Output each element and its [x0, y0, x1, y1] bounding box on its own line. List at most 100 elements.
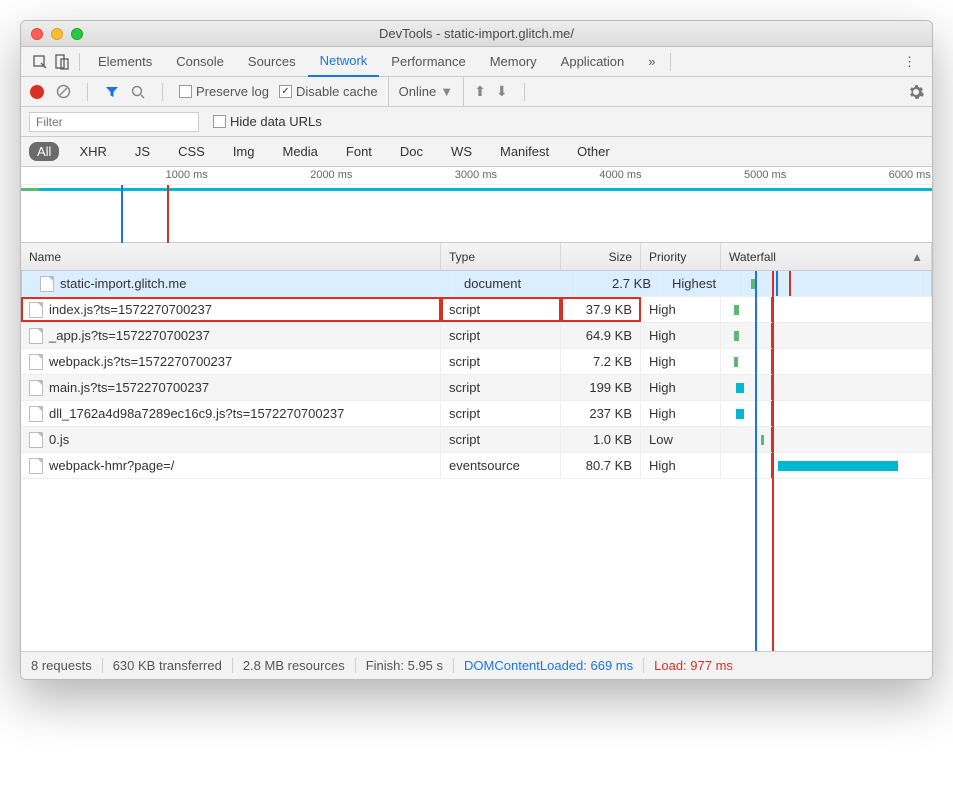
cell-type: script — [441, 427, 561, 452]
cell-name: webpack-hmr?page=/ — [21, 453, 441, 478]
overview-tick: 2000 ms — [310, 169, 352, 181]
type-filter-media[interactable]: Media — [274, 142, 325, 161]
type-filter-all[interactable]: All — [29, 142, 59, 161]
filter-row: Hide data URLs — [21, 107, 932, 137]
tab-network[interactable]: Network — [308, 47, 380, 77]
hide-data-urls-checkbox[interactable]: Hide data URLs — [213, 114, 322, 129]
cell-priority: High — [641, 401, 721, 426]
filter-input[interactable] — [29, 112, 199, 132]
load-line — [771, 427, 773, 452]
cell-name: dll_1762a4d98a7289ec16c9.js?ts=157227070… — [21, 401, 441, 426]
file-icon — [29, 354, 43, 370]
cell-name: index.js?ts=1572270700237 — [21, 297, 441, 322]
overview-tick: 5000 ms — [744, 169, 786, 181]
cell-priority: High — [641, 349, 721, 374]
cell-priority: High — [641, 323, 721, 348]
separator — [87, 83, 88, 101]
load-line — [771, 375, 773, 400]
col-type[interactable]: Type — [441, 243, 561, 270]
kebab-menu-icon[interactable]: ⋮ — [895, 54, 924, 70]
type-filter-font[interactable]: Font — [338, 142, 380, 161]
type-filter-ws[interactable]: WS — [443, 142, 480, 161]
table-row[interactable]: 0.jsscript1.0 KBLow — [21, 427, 932, 453]
preserve-log-checkbox[interactable]: Preserve log — [179, 84, 269, 99]
cell-priority: Highest — [664, 271, 744, 296]
record-button[interactable] — [29, 84, 45, 100]
type-filter-other[interactable]: Other — [569, 142, 618, 161]
network-toolbar: Preserve log ✓ Disable cache Online ▼ ⬆ … — [21, 77, 932, 107]
more-tabs-icon[interactable]: » — [640, 54, 663, 69]
tab-console[interactable]: Console — [164, 47, 236, 77]
status-resources: 2.8 MB resources — [233, 658, 356, 673]
table-row[interactable]: webpack.js?ts=1572270700237script7.2 KBH… — [21, 349, 932, 375]
tab-performance[interactable]: Performance — [379, 47, 477, 77]
disable-cache-checkbox[interactable]: ✓ Disable cache — [279, 84, 378, 99]
download-har-icon[interactable]: ⬇ — [496, 83, 508, 100]
file-icon — [29, 432, 43, 448]
table-row[interactable]: main.js?ts=1572270700237script199 KBHigh — [21, 375, 932, 401]
chevron-down-icon: ▼ — [440, 84, 453, 99]
cell-waterfall — [721, 375, 932, 400]
col-size[interactable]: Size — [561, 243, 641, 270]
checkbox-icon — [213, 115, 226, 128]
tab-sources[interactable]: Sources — [236, 47, 308, 77]
file-name: index.js?ts=1572270700237 — [49, 302, 212, 317]
col-priority[interactable]: Priority — [641, 243, 721, 270]
clear-icon[interactable] — [55, 84, 71, 100]
type-filter-manifest[interactable]: Manifest — [492, 142, 557, 161]
settings-gear-icon[interactable] — [908, 84, 924, 100]
table-row[interactable]: dll_1762a4d98a7289ec16c9.js?ts=157227070… — [21, 401, 932, 427]
cell-priority: High — [641, 297, 721, 322]
tab-memory[interactable]: Memory — [478, 47, 549, 77]
titlebar: DevTools - static-import.glitch.me/ — [21, 21, 932, 47]
cell-name: static-import.glitch.me — [32, 271, 452, 296]
dcl-line — [755, 349, 757, 374]
table-row[interactable]: static-import.glitch.medocument2.7 KBHig… — [21, 271, 932, 297]
col-waterfall[interactable]: Waterfall ▲ — [721, 243, 932, 270]
type-filter-js[interactable]: JS — [127, 142, 158, 161]
cell-waterfall — [721, 401, 932, 426]
file-icon — [29, 406, 43, 422]
cell-name: webpack.js?ts=1572270700237 — [21, 349, 441, 374]
cell-priority: High — [641, 375, 721, 400]
inspect-icon[interactable] — [29, 51, 51, 73]
col-name[interactable]: Name — [21, 243, 441, 270]
file-name: main.js?ts=1572270700237 — [49, 380, 209, 395]
table-row[interactable]: _app.js?ts=1572270700237script64.9 KBHig… — [21, 323, 932, 349]
dcl-line — [755, 427, 757, 452]
tab-application[interactable]: Application — [549, 47, 637, 77]
search-icon[interactable] — [130, 84, 146, 100]
overview-area — [21, 185, 932, 243]
load-marker — [167, 185, 169, 243]
type-filter-doc[interactable]: Doc — [392, 142, 431, 161]
dcl-line — [776, 271, 778, 296]
window-title: DevTools - static-import.glitch.me/ — [21, 26, 932, 41]
file-icon — [29, 380, 43, 396]
device-icon[interactable] — [51, 51, 73, 73]
upload-har-icon[interactable]: ⬆ — [474, 83, 486, 100]
tab-elements[interactable]: Elements — [86, 47, 164, 77]
filter-icon[interactable] — [104, 84, 120, 100]
cell-name: main.js?ts=1572270700237 — [21, 375, 441, 400]
file-name: dll_1762a4d98a7289ec16c9.js?ts=157227070… — [49, 406, 344, 421]
status-load: Load: 977 ms — [644, 658, 743, 673]
cell-type: script — [441, 297, 561, 322]
load-line — [771, 297, 773, 322]
file-icon — [29, 328, 43, 344]
load-line — [789, 271, 791, 296]
col-waterfall-label: Waterfall — [729, 250, 776, 264]
overview-tick: 3000 ms — [455, 169, 497, 181]
type-filter-img[interactable]: Img — [225, 142, 263, 161]
type-filter-css[interactable]: CSS — [170, 142, 213, 161]
cell-size: 199 KB — [561, 375, 641, 400]
overview-timeline[interactable]: 1000 ms2000 ms3000 ms4000 ms5000 ms6000 … — [21, 167, 932, 243]
throttle-select[interactable]: Online ▼ — [388, 77, 464, 106]
overview-tick: 4000 ms — [599, 169, 641, 181]
status-bar: 8 requests 630 KB transferred 2.8 MB res… — [21, 651, 932, 679]
table-row[interactable]: index.js?ts=1572270700237script37.9 KBHi… — [21, 297, 932, 323]
table-row[interactable]: webpack-hmr?page=/eventsource80.7 KBHigh — [21, 453, 932, 479]
cell-name: _app.js?ts=1572270700237 — [21, 323, 441, 348]
checkbox-icon — [179, 85, 192, 98]
overview-tick: 6000 ms — [889, 169, 931, 181]
type-filter-xhr[interactable]: XHR — [71, 142, 114, 161]
